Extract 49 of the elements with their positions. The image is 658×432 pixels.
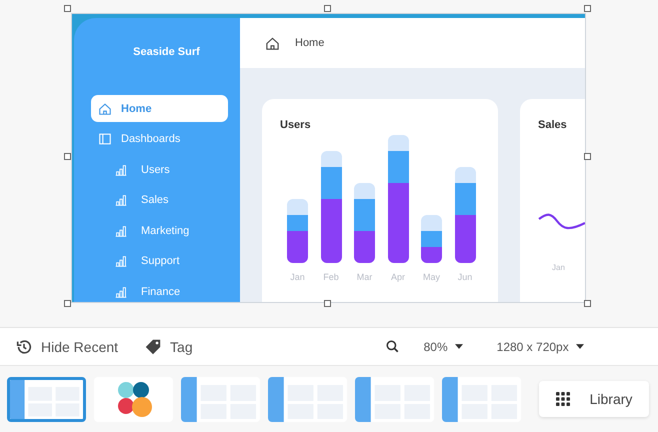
month-label: Jan [552,263,565,272]
resize-handle[interactable] [584,5,591,12]
panel-icon [98,132,112,146]
resize-handle[interactable] [64,300,71,307]
size-dropdown[interactable]: 1280 x 720px [484,340,584,354]
resize-handle[interactable] [584,300,591,307]
zoom-dropdown[interactable]: 80% [412,340,463,354]
nav-item[interactable]: Home [91,95,228,122]
thumbnail[interactable] [94,376,173,422]
nav-item[interactable]: Support [91,248,228,274]
month-label: Apr [390,272,405,282]
grid-icon [556,392,570,406]
nav-item[interactable]: Dashboards [91,126,228,152]
resize-handle[interactable] [584,153,591,160]
page-title: Home [295,37,324,49]
resize-handle[interactable] [64,153,71,160]
caret-icon [454,344,463,349]
nav-item[interactable]: Marketing [91,217,228,244]
bar-chart-icon [114,193,128,207]
hide-recent-button[interactable]: Hide Recent [15,338,118,356]
bar-chart-icon [114,284,128,298]
bar-chart-icon [114,162,128,176]
tag-icon [144,338,162,356]
home-icon [98,102,112,116]
thumbnail[interactable] [7,376,86,422]
nav-item[interactable]: Sales [91,186,228,214]
month-label: May [422,272,440,282]
caret-icon [576,344,584,349]
month-label: Jun [458,272,472,282]
resize-handle[interactable] [64,5,71,12]
resize-handle[interactable] [324,5,331,12]
tag-button[interactable]: Tag [144,338,193,356]
resize-handle[interactable] [324,300,331,307]
library-button[interactable]: Library [539,381,649,417]
nav-item[interactable]: Finance [91,278,228,302]
bar-chart-icon [114,224,128,238]
month-label: Jan [290,272,305,282]
stacked-bar [287,199,308,263]
month-label: Mar [356,272,372,282]
bar-chart-icon [114,254,128,268]
month-label: Feb [323,272,339,282]
card-title: Users [279,118,312,131]
stacked-bar [421,215,442,263]
search-icon[interactable] [384,339,400,354]
brand-name: Seaside Surf [132,46,201,58]
home-icon[interactable] [265,36,280,50]
card-title: Sales [537,118,568,131]
history-icon [15,338,33,356]
nav-item[interactable]: Users [91,156,228,183]
